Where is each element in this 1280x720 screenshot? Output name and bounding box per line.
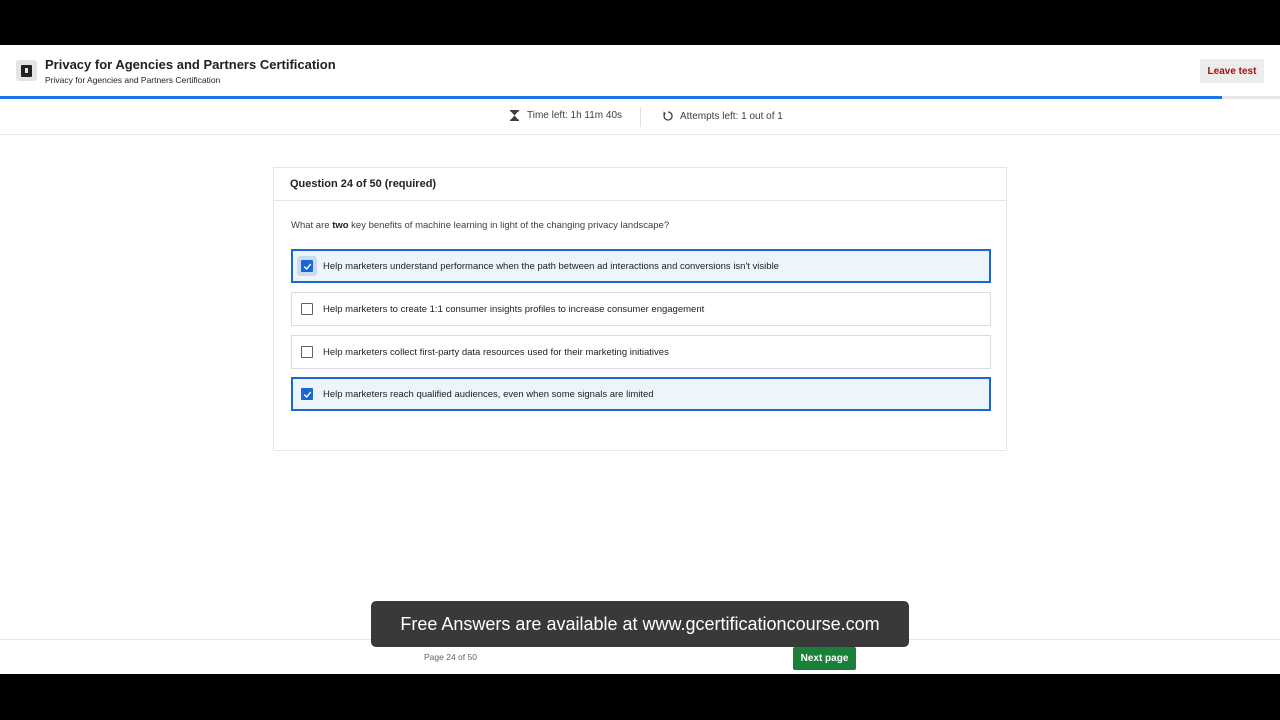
check-icon: [303, 263, 311, 270]
answer-option-label: Help marketers reach qualified audiences…: [323, 388, 654, 400]
book-icon: [16, 60, 37, 81]
answer-option-4[interactable]: Help marketers reach qualified audiences…: [291, 377, 991, 411]
checkbox[interactable]: [301, 346, 313, 358]
refresh-icon: [663, 111, 673, 121]
answer-option-1[interactable]: Help marketers understand performance wh…: [291, 249, 991, 283]
question-prompt: What are two key benefits of machine lea…: [291, 220, 670, 231]
question-card: Question 24 of 50 (required) What are tw…: [273, 167, 1007, 451]
answer-option-label: Help marketers collect first-party data …: [323, 346, 669, 358]
header: Privacy for Agencies and Partners Certif…: [0, 45, 1280, 97]
letterbox-bottom: [0, 674, 1280, 720]
answer-option-2[interactable]: Help marketers to create 1:1 consumer in…: [291, 292, 991, 326]
check-icon: [303, 391, 311, 398]
question-header: Question 24 of 50 (required): [274, 168, 1006, 201]
page-title: Privacy for Agencies and Partners Certif…: [45, 57, 336, 72]
answer-option-label: Help marketers to create 1:1 consumer in…: [323, 303, 705, 315]
leave-test-button[interactable]: Leave test: [1200, 59, 1264, 83]
time-left-text: Time left: 1h 11m 40s: [527, 110, 623, 121]
status-divider: [640, 107, 641, 127]
hourglass-icon: [510, 110, 519, 121]
page-indicator: Page 24 of 50: [424, 652, 477, 662]
test-app: Privacy for Agencies and Partners Certif…: [0, 45, 1280, 674]
checkbox[interactable]: [301, 303, 313, 315]
answer-option-label: Help marketers understand performance wh…: [323, 260, 779, 272]
page-subtitle: Privacy for Agencies and Partners Certif…: [45, 75, 221, 85]
question-emphasis: two: [332, 220, 349, 231]
time-left: Time left: 1h 11m 40s: [510, 110, 622, 121]
checkbox[interactable]: [301, 388, 313, 400]
checkbox[interactable]: [301, 260, 313, 272]
attempts-left-text: Attempts left: 1 out of 1: [680, 110, 783, 122]
promo-overlay-banner: Free Answers are available at www.gcerti…: [371, 601, 909, 647]
next-page-button[interactable]: Next page: [793, 647, 856, 670]
letterbox-top: [0, 0, 1280, 45]
attempts-left: Attempts left: 1 out of 1: [662, 110, 783, 122]
status-bar: Time left: 1h 11m 40s Attempts left: 1 o…: [0, 99, 1280, 135]
answer-option-3[interactable]: Help marketers collect first-party data …: [291, 335, 991, 369]
